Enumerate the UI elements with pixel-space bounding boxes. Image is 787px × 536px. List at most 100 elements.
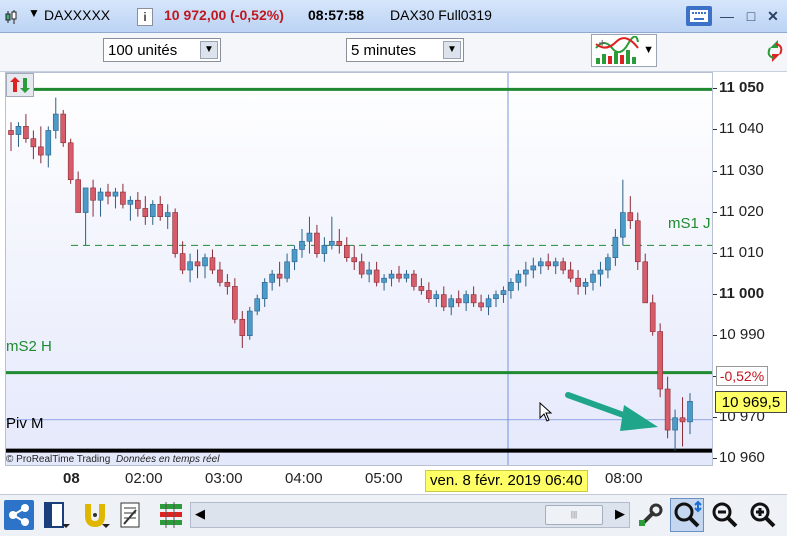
candle[interactable] xyxy=(60,109,67,147)
candle[interactable] xyxy=(582,278,589,295)
candle[interactable] xyxy=(343,237,350,262)
candle[interactable] xyxy=(120,183,126,209)
candle[interactable] xyxy=(164,204,171,229)
candle[interactable] xyxy=(627,196,634,229)
chart-icon[interactable] xyxy=(5,9,23,25)
candle[interactable] xyxy=(642,253,649,304)
candle[interactable] xyxy=(508,278,514,299)
candle[interactable] xyxy=(366,261,372,283)
scroll-right-icon[interactable]: ▶ xyxy=(615,506,625,522)
horizontal-scrollbar[interactable]: ◀ ||| ▶ xyxy=(190,502,630,528)
candle[interactable] xyxy=(463,290,469,312)
candle[interactable] xyxy=(455,290,462,307)
candle[interactable] xyxy=(552,257,559,275)
time-axis[interactable]: 08 02:00 03:00 04:00 05:00 08:00 ven. 8 févr.… xyxy=(5,466,713,492)
candle[interactable] xyxy=(67,138,74,184)
candle[interactable] xyxy=(52,97,59,139)
symbol-label[interactable]: DAXXXXX xyxy=(44,7,110,23)
candle[interactable] xyxy=(530,257,537,279)
candle[interactable] xyxy=(515,270,522,291)
candle[interactable] xyxy=(261,278,268,307)
candle[interactable] xyxy=(567,261,574,283)
candle[interactable] xyxy=(605,253,611,279)
candle[interactable] xyxy=(597,261,604,287)
candle[interactable] xyxy=(149,200,156,225)
drawing-tools-icon[interactable] xyxy=(118,500,148,530)
chevron-down-icon[interactable]: ▼ xyxy=(443,41,461,59)
wrench-icon[interactable] xyxy=(636,500,666,530)
candle[interactable] xyxy=(187,253,193,283)
candle[interactable] xyxy=(142,196,149,225)
candle[interactable] xyxy=(396,265,402,283)
candle[interactable] xyxy=(485,294,492,316)
period-select[interactable]: 5 minutes ▼ xyxy=(346,38,464,62)
candle[interactable] xyxy=(500,286,507,303)
candle[interactable] xyxy=(575,270,581,295)
candle[interactable] xyxy=(75,171,81,213)
candle[interactable] xyxy=(612,228,619,266)
candle[interactable] xyxy=(418,278,425,295)
indicators-button[interactable]: + ▼ xyxy=(591,34,657,67)
candle[interactable] xyxy=(105,183,111,205)
candle[interactable] xyxy=(649,294,656,336)
candle[interactable] xyxy=(90,179,96,217)
candle[interactable] xyxy=(157,196,164,221)
candle[interactable] xyxy=(23,114,29,143)
candle[interactable] xyxy=(45,126,52,168)
candle[interactable] xyxy=(388,270,395,287)
candle[interactable] xyxy=(381,274,387,291)
magnet-icon[interactable] xyxy=(82,500,112,530)
candle[interactable] xyxy=(687,393,693,435)
objects-list-icon[interactable] xyxy=(156,500,186,530)
candle[interactable] xyxy=(545,253,552,270)
units-select[interactable]: 100 unités ▼ xyxy=(103,38,221,62)
candle[interactable] xyxy=(448,294,455,316)
candle[interactable] xyxy=(314,224,320,258)
candle[interactable] xyxy=(358,253,365,279)
price-axis[interactable]: 11 050 11 040 11 030 11 020 11 010 11 000 10 9… xyxy=(713,72,787,466)
dropdown-chevron-icon[interactable]: ▼ xyxy=(28,6,40,20)
candle[interactable] xyxy=(224,274,231,295)
scroll-thumb[interactable]: ||| xyxy=(545,505,603,525)
zoom-in-icon[interactable] xyxy=(748,500,778,530)
candle[interactable] xyxy=(403,270,410,283)
candle[interactable] xyxy=(620,179,626,246)
close-icon[interactable]: ✕ xyxy=(760,6,786,26)
chart-area[interactable]: mS1 J mS2 H Piv M © ProRealTime Trading … xyxy=(5,72,713,466)
candle[interactable] xyxy=(232,278,238,324)
candle[interactable] xyxy=(194,249,201,279)
candle[interactable] xyxy=(321,237,328,262)
candle[interactable] xyxy=(246,306,253,340)
share-icon[interactable] xyxy=(4,500,34,530)
candle[interactable] xyxy=(329,216,335,250)
candle[interactable] xyxy=(590,270,596,291)
chevron-down-icon[interactable]: ▼ xyxy=(643,44,654,56)
chevron-down-icon[interactable]: ▼ xyxy=(200,41,218,59)
candle[interactable] xyxy=(15,122,22,147)
candle[interactable] xyxy=(8,122,14,151)
candle[interactable] xyxy=(239,311,246,348)
candle[interactable] xyxy=(672,409,678,451)
candle[interactable] xyxy=(254,294,261,316)
candle[interactable] xyxy=(30,130,37,160)
candle[interactable] xyxy=(179,241,186,275)
candle[interactable] xyxy=(97,187,104,217)
minimize-icon[interactable]: — xyxy=(714,6,740,26)
candle[interactable] xyxy=(478,294,484,312)
candle[interactable] xyxy=(38,126,44,164)
candle[interactable] xyxy=(537,257,544,275)
sync-button[interactable] xyxy=(6,73,34,97)
candle[interactable] xyxy=(209,249,216,275)
candle[interactable] xyxy=(291,245,298,270)
candle[interactable] xyxy=(336,228,343,254)
candle[interactable] xyxy=(299,228,305,258)
candle[interactable] xyxy=(411,270,417,291)
candle[interactable] xyxy=(306,216,313,254)
candle[interactable] xyxy=(82,187,89,246)
candle[interactable] xyxy=(679,397,686,447)
candle[interactable] xyxy=(433,290,440,307)
candle[interactable] xyxy=(276,261,283,287)
candle[interactable] xyxy=(172,208,178,258)
candle[interactable] xyxy=(523,261,529,287)
candle[interactable] xyxy=(351,245,358,270)
